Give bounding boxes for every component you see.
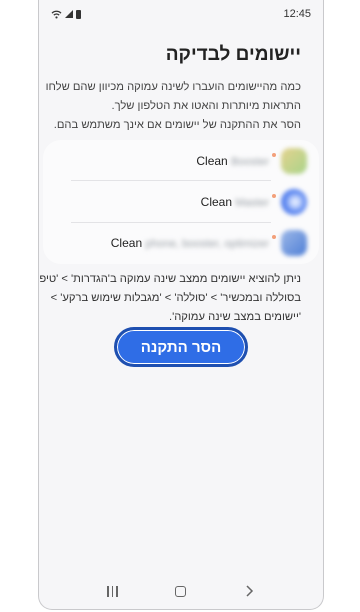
wifi-icon bbox=[51, 10, 62, 19]
status-bar: 12:45 bbox=[39, 0, 323, 28]
new-badge-dot bbox=[272, 235, 276, 239]
back-icon[interactable] bbox=[243, 585, 255, 597]
status-icons bbox=[51, 9, 81, 19]
battery-icon bbox=[76, 9, 81, 19]
navigation-bar bbox=[39, 573, 323, 609]
signal-icon bbox=[65, 10, 73, 18]
app-row[interactable]: Clean Master bbox=[71, 183, 319, 223]
description-line: התראות מיותרות והאטו את הטלפון שלך. bbox=[111, 100, 301, 112]
recents-icon[interactable] bbox=[107, 585, 118, 597]
dialog-title: יישומים לבדיקה bbox=[165, 44, 301, 65]
app-name: Clean phone, booster, optimizer bbox=[110, 236, 269, 250]
phone-screen: 12:45 יישומים לבדיקה כמה מהיישומים הועבר… bbox=[38, 0, 324, 610]
note-line: ניתן להוציא יישומים ממצב שינה עמוקה ב'הג… bbox=[38, 273, 301, 285]
divider bbox=[71, 180, 271, 181]
app-row[interactable]: Clean phone, booster, optimizer bbox=[71, 224, 319, 264]
app-icon bbox=[281, 189, 307, 215]
divider bbox=[71, 222, 271, 223]
app-row[interactable]: Clean Booster bbox=[71, 142, 319, 182]
app-name: Clean Master bbox=[200, 195, 269, 209]
note-line: בסוללה ובמכשיר' > 'סוללה' > 'מגבלות שימו… bbox=[50, 292, 301, 304]
note-line: 'יישומים במצב שינה עמוקה'. bbox=[168, 311, 301, 323]
app-name: Clean Booster bbox=[196, 154, 269, 168]
app-icon bbox=[281, 230, 307, 256]
app-icon bbox=[281, 148, 307, 174]
new-badge-dot bbox=[272, 194, 276, 198]
new-badge-dot bbox=[272, 153, 276, 157]
app-list-card: Clean Booster Clean Master Clean phone, … bbox=[43, 140, 319, 264]
description-line: כמה מהיישומים הועברו לשינה עמוקה מכיוון … bbox=[45, 81, 301, 93]
uninstall-button[interactable]: הסר התקנה bbox=[114, 327, 248, 367]
home-icon[interactable] bbox=[174, 585, 186, 597]
status-time: 12:45 bbox=[283, 8, 311, 20]
deep-sleep-note: ניתן להוציא יישומים ממצב שינה עמוקה ב'הג… bbox=[38, 270, 301, 327]
description-line: הסר את ההתקנה של יישומים אם אינך משתמש ב… bbox=[53, 119, 301, 131]
dialog-description: כמה מהיישומים הועברו לשינה עמוקה מכיוון … bbox=[45, 78, 301, 135]
